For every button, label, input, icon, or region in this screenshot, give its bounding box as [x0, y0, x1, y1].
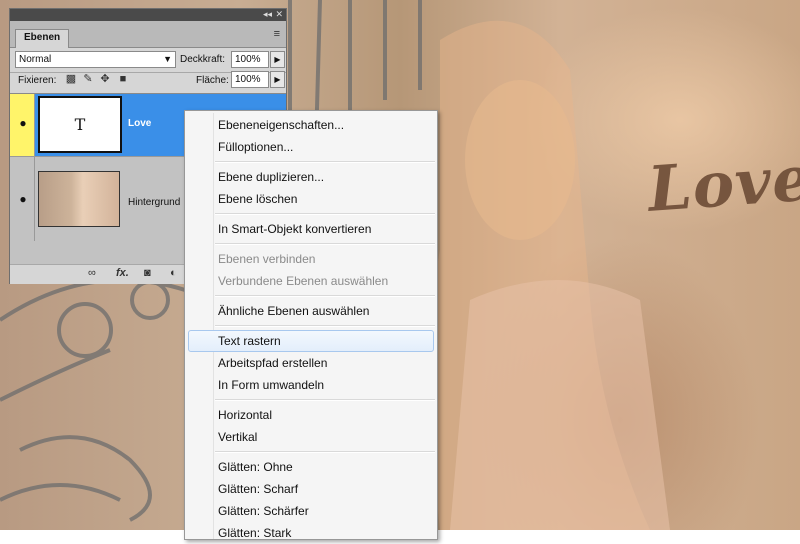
menu-item[interactable]: Text rastern: [188, 330, 434, 352]
tab-ebenen[interactable]: Ebenen: [15, 29, 70, 48]
menu-item[interactable]: Fülloptionen...: [188, 136, 434, 158]
chevron-down-icon: ▼: [163, 54, 172, 64]
menu-item[interactable]: Ebene löschen: [188, 188, 434, 210]
lock-position-icon[interactable]: ✥: [99, 73, 111, 85]
blend-mode-select[interactable]: Normal ▼: [15, 51, 176, 68]
menu-item[interactable]: In Smart-Objekt konvertieren: [188, 218, 434, 240]
fill-arrow-button[interactable]: ▶: [270, 71, 285, 88]
fill-label: Fläche:: [196, 75, 229, 86]
menu-item[interactable]: Glätten: Schärfer: [188, 500, 434, 522]
text-layer-thumbnail: T: [38, 96, 122, 153]
image-layer-thumbnail: [38, 171, 120, 227]
panel-menu-icon[interactable]: ≡: [274, 28, 280, 40]
lock-all-icon[interactable]: ■: [117, 73, 129, 85]
panel-titlebar: ◂◂ ✕: [10, 9, 286, 21]
tab-bar: Ebenen ≡: [10, 21, 286, 48]
menu-item[interactable]: Arbeitspfad erstellen: [188, 352, 434, 374]
lock-label: Fixieren:: [18, 75, 57, 86]
menu-item[interactable]: Ebene duplizieren...: [188, 166, 434, 188]
link-layers-icon[interactable]: ∞: [88, 267, 96, 279]
adjustment-icon[interactable]: ◐: [170, 267, 177, 279]
fill-field[interactable]: 100%: [231, 71, 269, 88]
menu-item[interactable]: Ebeneneigenschaften...: [188, 114, 434, 136]
visibility-toggle[interactable]: ●: [10, 157, 35, 241]
menu-item[interactable]: Horizontal: [188, 404, 434, 426]
menu-separator: [215, 451, 435, 453]
menu-separator: [215, 213, 435, 215]
menu-item[interactable]: In Form umwandeln: [188, 374, 434, 396]
eye-icon: ●: [19, 192, 27, 206]
opacity-label: Deckkraft:: [180, 54, 226, 65]
menu-separator: [215, 399, 435, 401]
menu-item[interactable]: Glätten: Stark: [188, 522, 434, 544]
context-menu: Ebeneneigenschaften... Fülloptionen... Ebe…: [184, 110, 438, 540]
menu-item[interactable]: Vertikal: [188, 426, 434, 448]
menu-separator: [215, 325, 435, 327]
menu-item[interactable]: Glätten: Ohne: [188, 456, 434, 478]
menu-separator: [215, 161, 435, 163]
double-chevron-right-icon[interactable]: ◂◂: [263, 9, 272, 20]
opacity-arrow-button[interactable]: ▶: [270, 51, 285, 68]
layer-name[interactable]: Love: [128, 118, 151, 129]
menu-item: Ebenen verbinden: [218, 252, 316, 266]
fx-icon[interactable]: fx.: [116, 267, 129, 279]
blend-mode-value: Normal: [19, 54, 52, 65]
menu-item: Verbundene Ebenen auswählen: [218, 274, 389, 288]
menu-item[interactable]: Glätten: Scharf: [188, 478, 434, 500]
visibility-toggle[interactable]: ●: [10, 94, 35, 156]
lock-transparent-pixels-icon[interactable]: ▩: [65, 73, 77, 85]
lock-image-pixels-icon[interactable]: ✎: [82, 73, 94, 85]
layer-name[interactable]: Hintergrund: [128, 197, 180, 208]
close-icon[interactable]: ✕: [275, 9, 283, 20]
menu-separator: [215, 243, 435, 245]
opacity-field[interactable]: 100%: [231, 51, 269, 68]
eye-icon: ●: [19, 116, 27, 130]
canvas-love-text: Love: [645, 141, 800, 226]
menu-separator: [215, 295, 435, 297]
mask-icon[interactable]: ◙: [144, 267, 151, 279]
menu-item[interactable]: Ähnliche Ebenen auswählen: [188, 300, 434, 322]
